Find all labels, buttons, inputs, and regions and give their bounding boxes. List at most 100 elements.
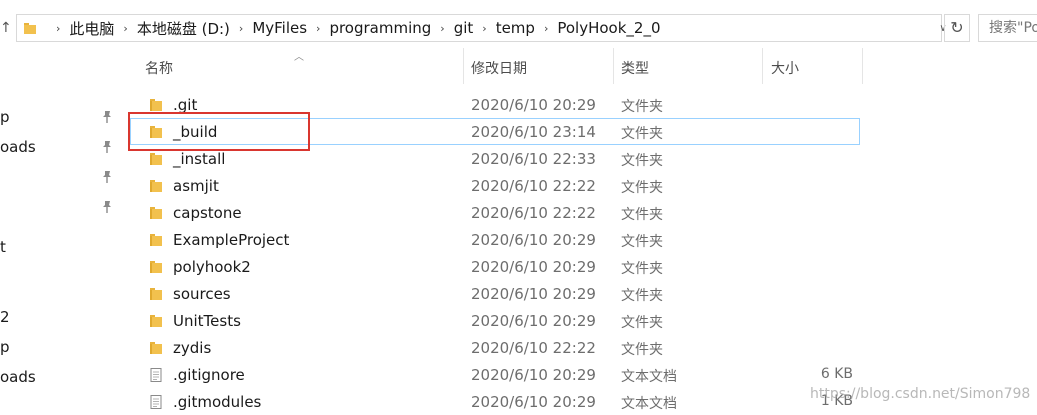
chevron-right-icon[interactable]: › bbox=[440, 22, 444, 35]
pin-icon[interactable] bbox=[101, 200, 113, 214]
file-date: 2020/6/10 20:29 bbox=[471, 312, 596, 330]
column-divider[interactable] bbox=[862, 48, 863, 84]
file-row[interactable]: asmjit 2020/6/10 22:22 文件夹 bbox=[130, 172, 860, 199]
file-name: ExampleProject bbox=[173, 231, 290, 249]
file-date: 2020/6/10 23:14 bbox=[471, 123, 596, 141]
refresh-button[interactable]: ↻ bbox=[944, 14, 970, 42]
nav-item[interactable]: p bbox=[0, 108, 10, 126]
file-row[interactable]: polyhook2 2020/6/10 20:29 文件夹 bbox=[130, 253, 860, 280]
folder-icon bbox=[150, 180, 162, 192]
file-date: 2020/6/10 22:22 bbox=[471, 204, 596, 222]
watermark: https://blog.csdn.net/Simon798 bbox=[810, 386, 1031, 402]
chevron-right-icon[interactable]: › bbox=[482, 22, 486, 35]
file-row[interactable]: UnitTests 2020/6/10 20:29 文件夹 bbox=[130, 307, 860, 334]
pin-icon[interactable] bbox=[101, 140, 113, 154]
column-divider[interactable] bbox=[762, 48, 763, 84]
up-arrow-icon[interactable]: ↑ bbox=[0, 18, 12, 38]
chevron-right-icon[interactable]: › bbox=[544, 22, 548, 35]
file-row[interactable]: .gitignore 2020/6/10 20:29 文本文档 6 KB bbox=[130, 361, 860, 388]
file-name: .gitmodules bbox=[173, 393, 262, 411]
column-header-name[interactable]: 名称 bbox=[145, 58, 173, 78]
file-type: 文件夹 bbox=[621, 99, 663, 115]
file-name: UnitTests bbox=[173, 312, 241, 330]
breadcrumb-item[interactable]: PolyHook_2_0 bbox=[557, 19, 660, 37]
column-headers: ︿ 名称 修改日期 类型 大小 bbox=[0, 48, 1037, 86]
file-type: 文件夹 bbox=[621, 261, 663, 277]
file-row[interactable]: .git 2020/6/10 20:29 文件夹 bbox=[130, 91, 860, 118]
file-row[interactable]: _install 2020/6/10 22:33 文件夹 bbox=[130, 145, 860, 172]
file-type: 文件夹 bbox=[621, 315, 663, 331]
file-date: 2020/6/10 20:29 bbox=[471, 96, 596, 114]
file-name: _build bbox=[173, 123, 218, 141]
folder-icon bbox=[24, 23, 36, 34]
pin-icon[interactable] bbox=[101, 110, 113, 124]
file-date: 2020/6/10 20:29 bbox=[471, 366, 596, 384]
file-date: 2020/6/10 20:29 bbox=[471, 393, 596, 411]
column-header-size[interactable]: 大小 bbox=[771, 58, 799, 78]
file-row[interactable]: zydis 2020/6/10 22:22 文件夹 bbox=[130, 334, 860, 361]
search-input[interactable]: 搜索"Po bbox=[978, 14, 1037, 42]
file-row[interactable]: _build 2020/6/10 23:14 文件夹 bbox=[130, 118, 860, 145]
file-type: 文件夹 bbox=[621, 288, 663, 304]
address-bar[interactable]: › 此电脑 › 本地磁盘 (D:) › MyFiles › programming › git › t… bbox=[16, 14, 947, 42]
file-name: capstone bbox=[173, 204, 242, 222]
chevron-right-icon[interactable]: › bbox=[316, 22, 320, 35]
pin-icon[interactable] bbox=[101, 170, 113, 184]
folder-icon bbox=[150, 207, 162, 219]
file-name: zydis bbox=[173, 339, 212, 357]
file-type: 文件夹 bbox=[621, 234, 663, 250]
chevron-right-icon[interactable]: › bbox=[239, 22, 243, 35]
text-file-icon bbox=[150, 395, 162, 409]
column-divider[interactable] bbox=[463, 48, 464, 84]
file-row[interactable]: .gitmodules 2020/6/10 20:29 文本文档 1 KB bbox=[130, 388, 860, 415]
breadcrumb-item[interactable]: temp bbox=[496, 19, 535, 37]
file-name: sources bbox=[173, 285, 231, 303]
file-date: 2020/6/10 20:29 bbox=[471, 258, 596, 276]
file-type: 文件夹 bbox=[621, 207, 663, 223]
file-date: 2020/6/10 20:29 bbox=[471, 285, 596, 303]
file-date: 2020/6/10 22:33 bbox=[471, 150, 596, 168]
file-name: .gitignore bbox=[173, 366, 245, 384]
file-date: 2020/6/10 22:22 bbox=[471, 339, 596, 357]
text-file-icon bbox=[150, 368, 162, 382]
file-type: 文件夹 bbox=[621, 126, 663, 142]
file-date: 2020/6/10 20:29 bbox=[471, 231, 596, 249]
file-row[interactable]: ExampleProject 2020/6/10 20:29 文件夹 bbox=[130, 226, 860, 253]
folder-icon bbox=[150, 153, 162, 165]
chevron-right-icon[interactable]: › bbox=[123, 22, 127, 35]
column-header-type[interactable]: 类型 bbox=[621, 58, 649, 78]
folder-icon bbox=[150, 99, 162, 111]
file-name: asmjit bbox=[173, 177, 219, 195]
file-row[interactable]: sources 2020/6/10 20:29 文件夹 bbox=[130, 280, 860, 307]
file-type: 文件夹 bbox=[621, 153, 663, 169]
sort-ascending-icon: ︿ bbox=[294, 52, 304, 63]
file-date: 2020/6/10 22:22 bbox=[471, 177, 596, 195]
breadcrumb-item[interactable]: 此电脑 bbox=[69, 18, 114, 39]
nav-item[interactable]: oads bbox=[0, 138, 36, 156]
file-type: 文本文档 bbox=[621, 396, 677, 412]
folder-icon bbox=[150, 342, 162, 354]
folder-icon bbox=[150, 315, 162, 327]
breadcrumb-item[interactable]: git bbox=[454, 19, 474, 37]
folder-icon bbox=[150, 288, 162, 300]
nav-item[interactable]: 2 bbox=[0, 308, 10, 326]
folder-icon bbox=[150, 126, 162, 138]
column-divider[interactable] bbox=[613, 48, 614, 84]
nav-item[interactable]: p bbox=[0, 338, 10, 356]
chevron-right-icon[interactable]: › bbox=[56, 22, 60, 35]
nav-item[interactable]: oads bbox=[0, 368, 36, 386]
file-name: _install bbox=[173, 150, 226, 168]
column-header-date[interactable]: 修改日期 bbox=[471, 58, 527, 78]
file-type: 文件夹 bbox=[621, 180, 663, 196]
file-name: polyhook2 bbox=[173, 258, 251, 276]
file-type: 文本文档 bbox=[621, 369, 677, 385]
breadcrumb-item[interactable]: programming bbox=[329, 19, 431, 37]
file-name: .git bbox=[173, 96, 198, 114]
nav-item[interactable]: t bbox=[0, 238, 6, 256]
file-size: 6 KB bbox=[820, 366, 853, 382]
file-row[interactable]: capstone 2020/6/10 22:22 文件夹 bbox=[130, 199, 860, 226]
breadcrumb: › 此电脑 › 本地磁盘 (D:) › MyFiles › programming › git › t… bbox=[47, 15, 660, 41]
breadcrumb-item[interactable]: MyFiles bbox=[252, 19, 307, 37]
folder-icon bbox=[150, 261, 162, 273]
breadcrumb-item[interactable]: 本地磁盘 (D:) bbox=[137, 18, 230, 39]
